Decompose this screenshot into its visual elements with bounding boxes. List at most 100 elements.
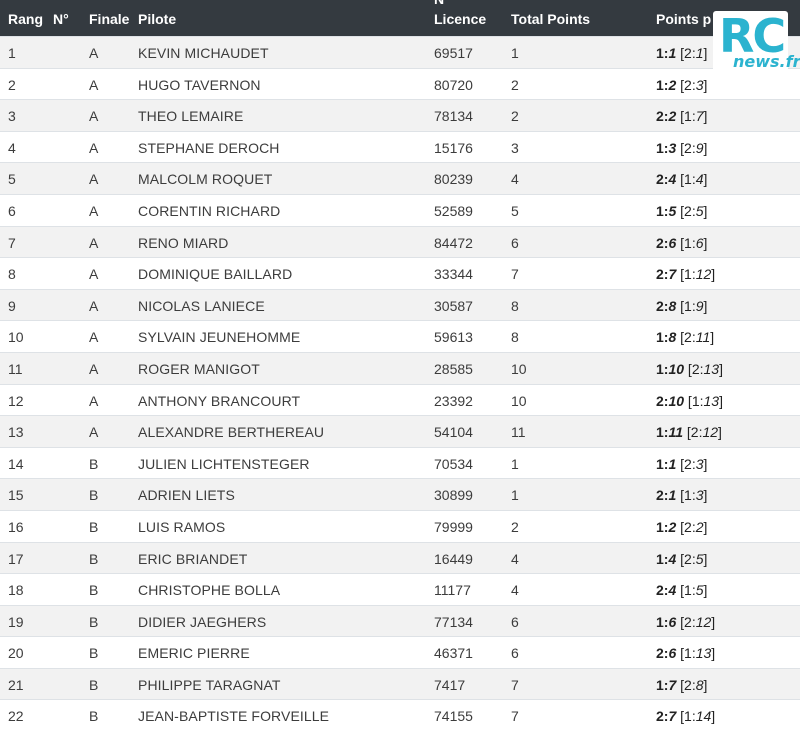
points-primary-value: 10 [668,360,685,377]
points-primary-value: 7 [668,266,677,283]
cell-finale: A [89,266,99,283]
points-secondary-heat: 1: [684,297,696,314]
table-row: 14 B JULIEN LICHTENSTEGER 70534 1 1:1 [2:3] [0,446,800,479]
points-primary-heat: 1: [656,613,669,630]
cell-licence: 69517 [434,45,473,61]
cell-total-points: 7 [511,266,519,283]
points-secondary-heat: 1: [684,108,696,125]
cell-finale: B [89,487,99,504]
cell-rang: 1 [8,45,16,61]
cell-pilote: THEO LEMAIRE [138,108,244,125]
points-primary-heat: 1: [656,329,669,346]
header-no[interactable]: N° [53,11,69,27]
points-secondary-value: 5 [695,202,704,219]
cell-licence: 46371 [434,645,473,662]
cell-total-points: 2 [511,518,519,535]
cell-licence: 54104 [434,424,473,441]
cell-pilote: SYLVAIN JEUNEHOMME [138,329,301,346]
cell-points: 2:7 [1:14] [656,708,716,725]
cell-total-points: 3 [511,139,519,156]
table-header: Rang N° Finale Pilote N° Licence Total P… [0,0,800,36]
cell-licence: 59613 [434,329,473,346]
cell-pilote: ADRIEN LIETS [138,487,235,504]
cell-rang: 8 [8,266,16,283]
cell-finale: A [89,360,99,377]
points-primary-value: 7 [668,676,677,693]
points-primary-value: 3 [668,139,677,156]
cell-total-points: 8 [511,329,519,346]
cell-rang: 17 [8,550,24,567]
cell-licence: 84472 [434,234,473,251]
header-finale[interactable]: Finale [89,11,129,27]
cell-total-points: 7 [511,708,519,725]
cell-total-points: 4 [511,550,519,567]
cell-points: 1:6 [2:12] [656,613,716,630]
cell-points: 1:11 [2:12] [656,424,722,441]
points-primary-heat: 1: [656,676,669,693]
points-secondary-heat: 1: [684,171,696,188]
cell-pilote: EMERIC PIERRE [138,645,250,662]
points-secondary-heat: 1: [684,266,696,283]
points-primary-heat: 1: [656,360,669,377]
points-primary-heat: 1: [656,455,669,472]
cell-total-points: 6 [511,645,519,662]
points-primary-heat: 1: [656,518,669,535]
cell-licence: 15176 [434,139,473,156]
header-pilote[interactable]: Pilote [138,11,176,27]
cell-points: 2:1 [1:3] [656,487,708,504]
header-total-points[interactable]: Total Points [511,11,590,27]
cell-rang: 9 [8,297,16,314]
points-secondary-value: 9 [695,297,704,314]
cell-points: 2:4 [1:5] [656,582,708,599]
cell-rang: 14 [8,455,24,472]
cell-pilote: CHRISTOPHE BOLLA [138,582,281,599]
cell-rang: 10 [8,329,24,346]
points-secondary-value: 12 [695,266,712,283]
points-primary-value: 6 [668,234,677,251]
points-primary-heat: 1: [656,76,669,93]
cell-total-points: 1 [511,487,519,504]
cell-pilote: STEPHANE DEROCH [138,139,280,156]
cell-rang: 7 [8,234,16,251]
points-primary-value: 4 [668,171,677,188]
points-primary-value: 2 [668,518,677,535]
cell-pilote: MALCOLM ROQUET [138,171,273,188]
cell-finale: A [89,329,99,346]
cell-rang: 16 [8,518,24,535]
cell-total-points: 2 [511,108,519,125]
cell-pilote: ROGER MANIGOT [138,360,260,377]
points-secondary-value: 4 [695,171,704,188]
header-rang[interactable]: Rang [8,11,43,27]
points-secondary-heat: 2: [684,676,696,693]
cell-finale: B [89,518,99,535]
points-primary-heat: 2: [656,266,669,283]
cell-total-points: 4 [511,582,519,599]
cell-points: 1:4 [2:5] [656,550,708,567]
table-row: 21 B PHILIPPE TARAGNAT 7417 7 1:7 [2:8] [0,667,800,700]
cell-points: 1:1 [2:1] [656,45,708,61]
points-secondary-heat: 2: [684,76,696,93]
cell-points: 2:7 [1:12] [656,266,716,283]
points-primary-value: 8 [668,297,677,314]
points-primary-value: 10 [668,392,685,409]
cell-points: 2:4 [1:4] [656,171,708,188]
points-primary-heat: 2: [656,645,669,662]
points-primary-value: 6 [668,645,677,662]
cell-pilote: DOMINIQUE BAILLARD [138,266,293,283]
cell-licence: 78134 [434,108,473,125]
table-row: 15 B ADRIEN LIETS 30899 1 2:1 [1:3] [0,478,800,510]
points-primary-value: 6 [668,613,677,630]
header-points[interactable]: Points p [656,11,711,27]
cell-rang: 22 [8,708,24,725]
cell-pilote: ERIC BRIANDET [138,550,248,567]
cell-finale: A [89,202,99,219]
points-secondary-heat: 2: [684,550,696,567]
table-row: 8 A DOMINIQUE BAILLARD 33344 7 2:7 [1:12] [0,257,800,289]
cell-pilote: PHILIPPE TARAGNAT [138,676,281,693]
cell-finale: A [89,45,99,61]
cell-licence: 80239 [434,171,473,188]
cell-pilote: NICOLAS LANIECE [138,297,265,314]
table-row: 20 B EMERIC PIERRE 46371 6 2:6 [1:13] [0,636,800,668]
points-primary-heat: 1: [656,550,669,567]
points-secondary-heat: 1: [684,708,696,725]
